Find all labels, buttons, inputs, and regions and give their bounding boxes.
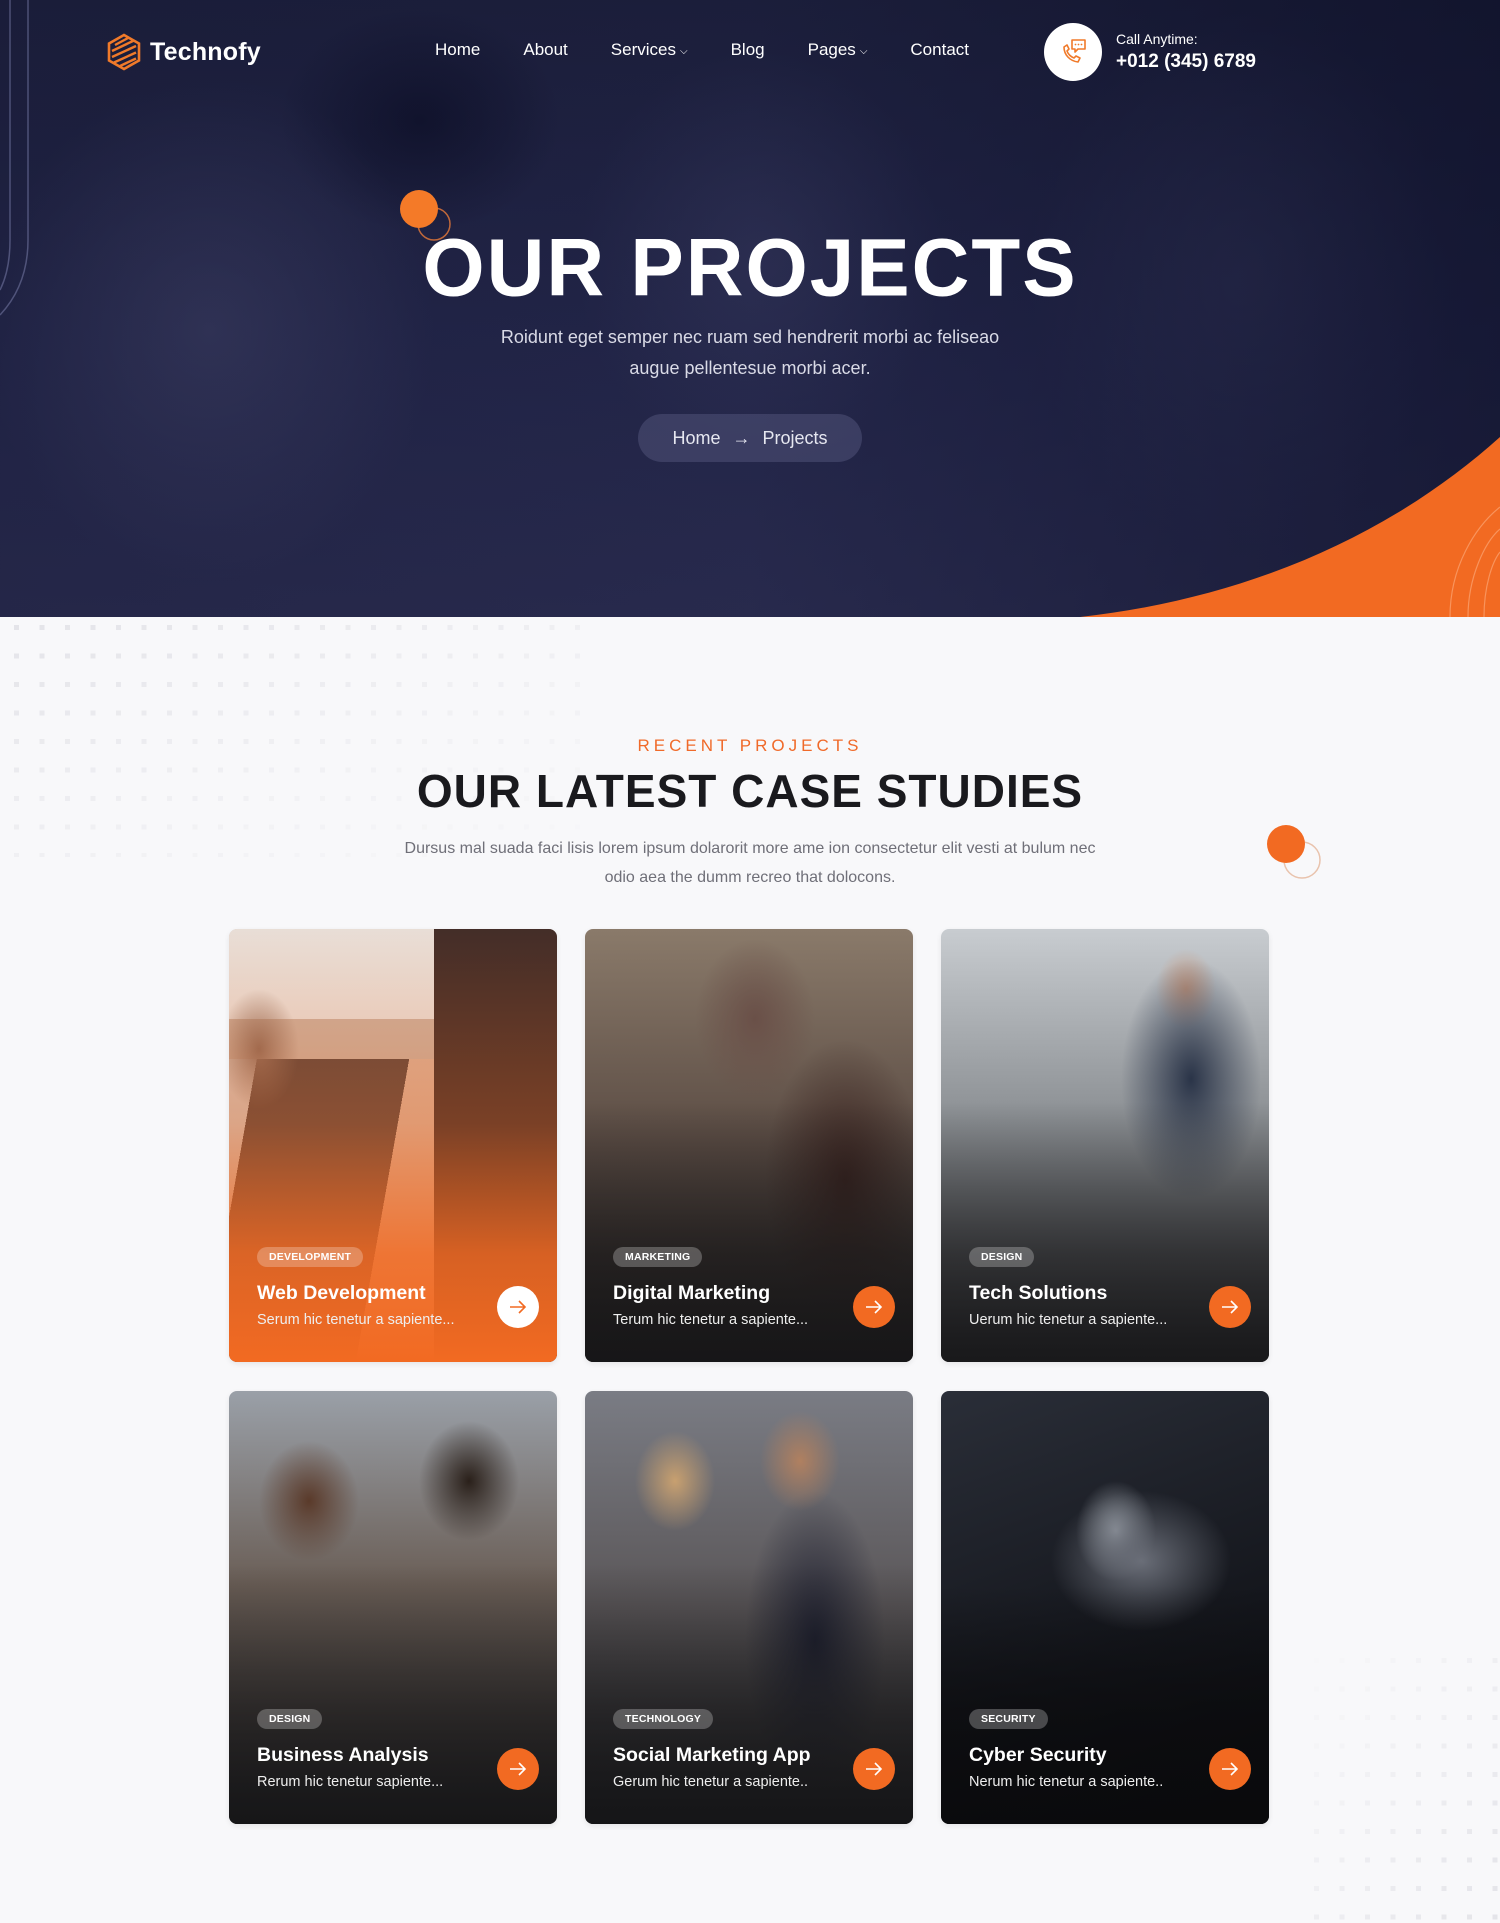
- arrow-right-icon: [1222, 1762, 1239, 1776]
- project-tag: SECURITY: [969, 1709, 1048, 1729]
- nav-item-contact[interactable]: Contact: [910, 40, 969, 60]
- nav-item-label: Blog: [730, 40, 765, 59]
- section-title: OUR LATEST CASE STUDIES: [416, 765, 1084, 817]
- project-card[interactable]: DESIGN Tech Solutions Uerum hic tenetur …: [941, 929, 1269, 1362]
- section-description-line: Dursus mal suada faci lisis lorem ipsum …: [404, 840, 1096, 857]
- project-desc: Serum hic tenetur a sapiente...: [257, 1312, 455, 1328]
- call-label: Call Anytime:: [1116, 31, 1198, 47]
- nav-item-pages[interactable]: Pages ⌵: [808, 40, 868, 60]
- project-arrow-button[interactable]: [497, 1748, 539, 1790]
- main-navbar: Technofy Home About Services ⌵ Blog Pages…: [0, 0, 1500, 100]
- nav-item-home[interactable]: Home: [435, 40, 480, 60]
- project-title[interactable]: Digital Marketing: [613, 1282, 770, 1305]
- project-card[interactable]: DEVELOPMENT Web Development Serum hic te…: [229, 929, 557, 1362]
- breadcrumb-current: Projects: [762, 427, 828, 448]
- project-card[interactable]: MARKETING Digital Marketing Terum hic te…: [585, 929, 913, 1362]
- hero-subtitle-line: Roidunt eget semper nec ruam sed hendrer…: [500, 327, 1000, 347]
- project-title[interactable]: Business Analysis: [257, 1744, 429, 1767]
- call-phone-number[interactable]: +012 (345) 6789: [1116, 51, 1256, 73]
- project-tag: DESIGN: [969, 1247, 1035, 1267]
- logo[interactable]: Technofy: [106, 33, 261, 71]
- project-title[interactable]: Web Development: [257, 1282, 426, 1305]
- decorative-circles: [1267, 825, 1321, 879]
- nav-item-label: Home: [435, 40, 481, 59]
- breadcrumb-home[interactable]: Home: [672, 428, 720, 449]
- dot-pattern-right: [1300, 1650, 1500, 1923]
- arrow-right-icon: [510, 1300, 527, 1314]
- project-title[interactable]: Cyber Security: [969, 1744, 1107, 1767]
- nav-item-services[interactable]: Services ⌵: [611, 40, 688, 60]
- nav-menu: Home About Services ⌵ Blog Pages ⌵ Contact: [435, 40, 969, 60]
- hero-subtitle-line: augue pellentesue morbi acer.: [629, 358, 871, 378]
- arrow-right-icon: [510, 1762, 527, 1776]
- arrow-right-icon: [866, 1762, 883, 1776]
- project-arrow-button[interactable]: [1209, 1286, 1251, 1328]
- project-arrow-button[interactable]: [497, 1286, 539, 1328]
- project-card[interactable]: TECHNOLOGY Social Marketing App Gerum hi…: [585, 1391, 913, 1824]
- project-desc: Rerum hic tenetur sapiente...: [257, 1774, 444, 1790]
- project-title[interactable]: Social Marketing App: [613, 1744, 811, 1767]
- call-anytime[interactable]: Call Anytime: +012 (345) 6789: [1044, 23, 1256, 81]
- project-desc: Nerum hic tenetur a sapiente..: [969, 1774, 1164, 1790]
- arrow-right-icon: [1222, 1300, 1239, 1314]
- chevron-down-icon: ⌵: [679, 45, 688, 57]
- section-description: Dursus mal suada faci lisis lorem ipsum …: [360, 834, 1140, 892]
- project-tag: MARKETING: [613, 1247, 703, 1267]
- arrow-right-icon: →: [732, 427, 751, 448]
- nav-item-label: Pages: [807, 40, 856, 59]
- section-eyebrow: RECENT PROJECTS: [637, 736, 863, 755]
- hero-banner: Technofy Home About Services ⌵ Blog Pages…: [0, 0, 1500, 617]
- phone-chat-icon: [1063, 39, 1086, 63]
- nav-item-label: Services: [610, 40, 676, 59]
- project-tag: TECHNOLOGY: [613, 1709, 714, 1729]
- project-card[interactable]: DESIGN Business Analysis Rerum hic tenet…: [229, 1391, 557, 1824]
- orange-wave-shape: [1080, 437, 1500, 617]
- logo-text: Technofy: [150, 37, 261, 66]
- project-card[interactable]: SECURITY Cyber Security Nerum hic tenetu…: [941, 1391, 1269, 1824]
- arrow-right-icon: [866, 1300, 883, 1314]
- page-title: OUR PROJECTS: [422, 222, 1078, 313]
- section-description-line: odio aea the dumm recreo that dolocons.: [604, 869, 896, 886]
- project-desc: Gerum hic tenetur a sapiente..: [613, 1774, 809, 1790]
- nav-item-blog[interactable]: Blog: [731, 40, 765, 60]
- call-icon-circle: [1044, 23, 1102, 81]
- project-desc: Terum hic tenetur a sapiente...: [613, 1312, 809, 1328]
- hero-subtitle: Roidunt eget semper nec ruam sed hendrer…: [450, 322, 1050, 384]
- project-title[interactable]: Tech Solutions: [969, 1282, 1107, 1305]
- hexagon-stripes-icon: [107, 33, 141, 71]
- breadcrumb: Home → Projects: [638, 414, 862, 462]
- nav-item-label: About: [523, 40, 568, 59]
- chevron-down-icon: ⌵: [859, 45, 868, 57]
- project-desc: Uerum hic tenetur a sapiente...: [969, 1312, 1168, 1328]
- project-tag: DEVELOPMENT: [257, 1247, 364, 1267]
- project-arrow-button[interactable]: [853, 1286, 895, 1328]
- nav-item-label: Contact: [910, 40, 969, 59]
- nav-item-about[interactable]: About: [523, 40, 567, 60]
- project-tag: DESIGN: [257, 1709, 323, 1729]
- call-text: Call Anytime: +012 (345) 6789: [1116, 31, 1256, 73]
- project-arrow-button[interactable]: [1209, 1748, 1251, 1790]
- project-arrow-button[interactable]: [853, 1748, 895, 1790]
